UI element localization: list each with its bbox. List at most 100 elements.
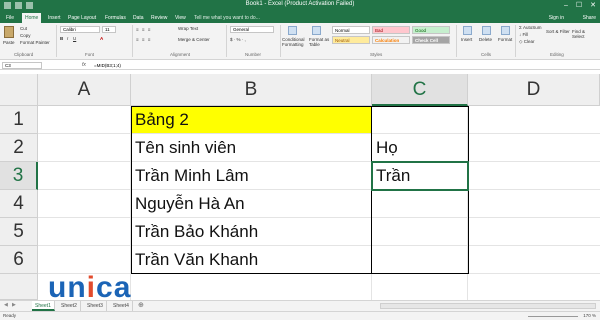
worksheet-grid[interactable]: A B C D 1 2 3 4 5 6 Bảng 2 Tên sinh viên… — [0, 70, 600, 300]
tab-file[interactable]: File — [3, 13, 17, 23]
cell-b1[interactable]: Bảng 2 — [131, 106, 371, 134]
title-bar: Book1 - Excel (Product Activation Failed… — [0, 0, 600, 12]
bold-icon[interactable]: B — [60, 36, 63, 41]
tab-page-layout[interactable]: Page Layout — [65, 13, 99, 23]
row-header-4[interactable]: 4 — [0, 190, 38, 218]
autosum-button[interactable]: Σ AutoSum — [519, 25, 542, 30]
conditional-formatting-icon[interactable] — [288, 26, 297, 35]
insert-button[interactable]: Insert — [461, 37, 472, 42]
copy-button[interactable]: Copy — [20, 33, 31, 38]
format-as-table-button[interactable]: Format as Table — [309, 37, 331, 47]
cell-b3[interactable]: Trần Minh Lâm — [131, 162, 371, 190]
zoom-slider[interactable] — [528, 316, 578, 317]
paste-icon[interactable] — [4, 26, 14, 38]
sheet-tab-1[interactable]: Sheet1 — [32, 301, 55, 311]
cell-c2[interactable]: Họ — [372, 134, 468, 162]
underline-icon[interactable]: U — [73, 36, 76, 41]
currency-icon[interactable]: $ · % · , — [230, 37, 246, 42]
fill-button[interactable]: ↓ Fill — [519, 32, 528, 37]
merge-center-button[interactable]: Merge & Center — [178, 37, 210, 42]
status-bar: Ready 170 % — [0, 311, 600, 320]
style-check-cell[interactable]: Check Cell — [412, 36, 450, 44]
tab-formulas[interactable]: Formulas — [102, 13, 129, 23]
row-header-5[interactable]: 5 — [0, 218, 38, 246]
style-neutral[interactable]: Neutral — [332, 36, 370, 44]
conditional-formatting-button[interactable]: Conditional Formatting — [282, 37, 310, 47]
format-painter-button[interactable]: Format Painter — [20, 40, 50, 45]
horizontal-scrollbar[interactable] — [380, 303, 596, 309]
insert-function-icon[interactable]: fx — [82, 62, 86, 68]
divider — [515, 25, 516, 57]
number-group-label: Number — [245, 52, 262, 57]
name-box[interactable]: C3 — [2, 62, 42, 69]
editing-group-label: Editing — [550, 52, 564, 57]
tab-data[interactable]: Data — [130, 13, 147, 23]
style-normal[interactable]: Normal — [332, 26, 370, 34]
divider — [280, 25, 281, 57]
cells-group-label: Cells — [481, 52, 492, 57]
delete-cells-icon[interactable] — [482, 26, 491, 35]
active-cell-selection — [371, 161, 469, 191]
prev-sheet-icon[interactable]: ◀ — [4, 302, 8, 308]
column-header-a[interactable]: A — [38, 74, 131, 106]
font-color-icon[interactable]: A — [100, 36, 103, 41]
style-bad[interactable]: Bad — [372, 26, 410, 34]
sign-in-link[interactable]: Sign in — [549, 13, 564, 23]
style-calculation[interactable]: Calculation — [372, 36, 410, 44]
number-format-select[interactable]: General — [230, 26, 274, 33]
insert-cells-icon[interactable] — [463, 26, 472, 35]
tab-home[interactable]: Home — [22, 13, 42, 23]
column-header-c[interactable]: C — [372, 74, 468, 106]
sort-filter-button[interactable]: Sort & Filter — [546, 29, 570, 34]
window-title: Book1 - Excel (Product Activation Failed… — [245, 1, 355, 7]
row-header-2[interactable]: 2 — [0, 134, 38, 162]
row-header-7[interactable] — [0, 274, 38, 300]
find-select-button[interactable]: Find & Select — [572, 29, 596, 39]
add-sheet-icon[interactable]: ⊕ — [138, 301, 144, 311]
minimize-button[interactable]: – — [564, 1, 568, 10]
status-text: Ready — [3, 313, 17, 318]
font-size-select[interactable]: 11 — [102, 26, 116, 33]
clipboard-group-label: Clipboard — [14, 52, 34, 57]
cell-b2[interactable]: Tên sinh viên — [131, 134, 371, 162]
row-header-6[interactable]: 6 — [0, 246, 38, 274]
align-left-icon[interactable]: ≡ ≡ ≡ — [136, 37, 151, 42]
zoom-level[interactable]: 170 % — [583, 313, 596, 318]
format-button[interactable]: Format — [498, 37, 512, 42]
style-good[interactable]: Good — [412, 26, 450, 34]
align-top-icon[interactable]: ≡ ≡ ≡ — [136, 27, 151, 32]
sheet-tab-2[interactable]: Sheet2 — [58, 301, 81, 311]
sheet-tab-4[interactable]: Sheet4 — [110, 301, 133, 311]
share-button[interactable]: Share — [583, 13, 596, 23]
row-header-3[interactable]: 3 — [0, 162, 38, 190]
format-as-table-icon[interactable] — [312, 26, 321, 35]
column-header-d[interactable]: D — [468, 74, 600, 106]
select-all-corner[interactable] — [0, 74, 38, 106]
paste-button[interactable]: Paste — [3, 40, 15, 45]
divider — [132, 25, 133, 57]
sheet-tab-3[interactable]: Sheet3 — [84, 301, 107, 311]
cell-b6[interactable]: Trần Văn Khanh — [131, 246, 371, 274]
clear-button[interactable]: ◇ Clear — [519, 39, 534, 45]
font-name-select[interactable]: Calibri — [60, 26, 100, 33]
row-header-1[interactable]: 1 — [0, 106, 38, 134]
tab-review[interactable]: Review — [148, 13, 170, 23]
formula-input[interactable]: =MID(B3;1;4) — [94, 62, 598, 69]
cut-button[interactable]: Cut — [20, 26, 27, 31]
italic-icon[interactable]: I — [67, 36, 68, 41]
ribbon: Paste Cut Copy Format Painter Clipboard … — [0, 23, 600, 60]
tab-view[interactable]: View — [172, 13, 189, 23]
next-sheet-icon[interactable]: ▶ — [12, 302, 16, 308]
column-header-b[interactable]: B — [131, 74, 372, 106]
cell-b4[interactable]: Nguyễn Hà An — [131, 190, 371, 218]
maximize-button[interactable]: ☐ — [576, 1, 582, 10]
delete-button[interactable]: Delete — [479, 37, 492, 42]
ribbon-tabs: File Home Insert Page Layout Formulas Da… — [0, 12, 600, 23]
format-cells-icon[interactable] — [501, 26, 510, 35]
wrap-text-button[interactable]: Wrap Text — [178, 26, 198, 31]
cell-b5[interactable]: Trần Bảo Khánh — [131, 218, 371, 246]
alignment-group-label: Alignment — [170, 52, 191, 57]
tell-me-search[interactable]: Tell me what you want to do... — [194, 13, 260, 23]
tab-insert[interactable]: Insert — [45, 13, 64, 23]
close-button[interactable]: ✕ — [590, 1, 596, 10]
